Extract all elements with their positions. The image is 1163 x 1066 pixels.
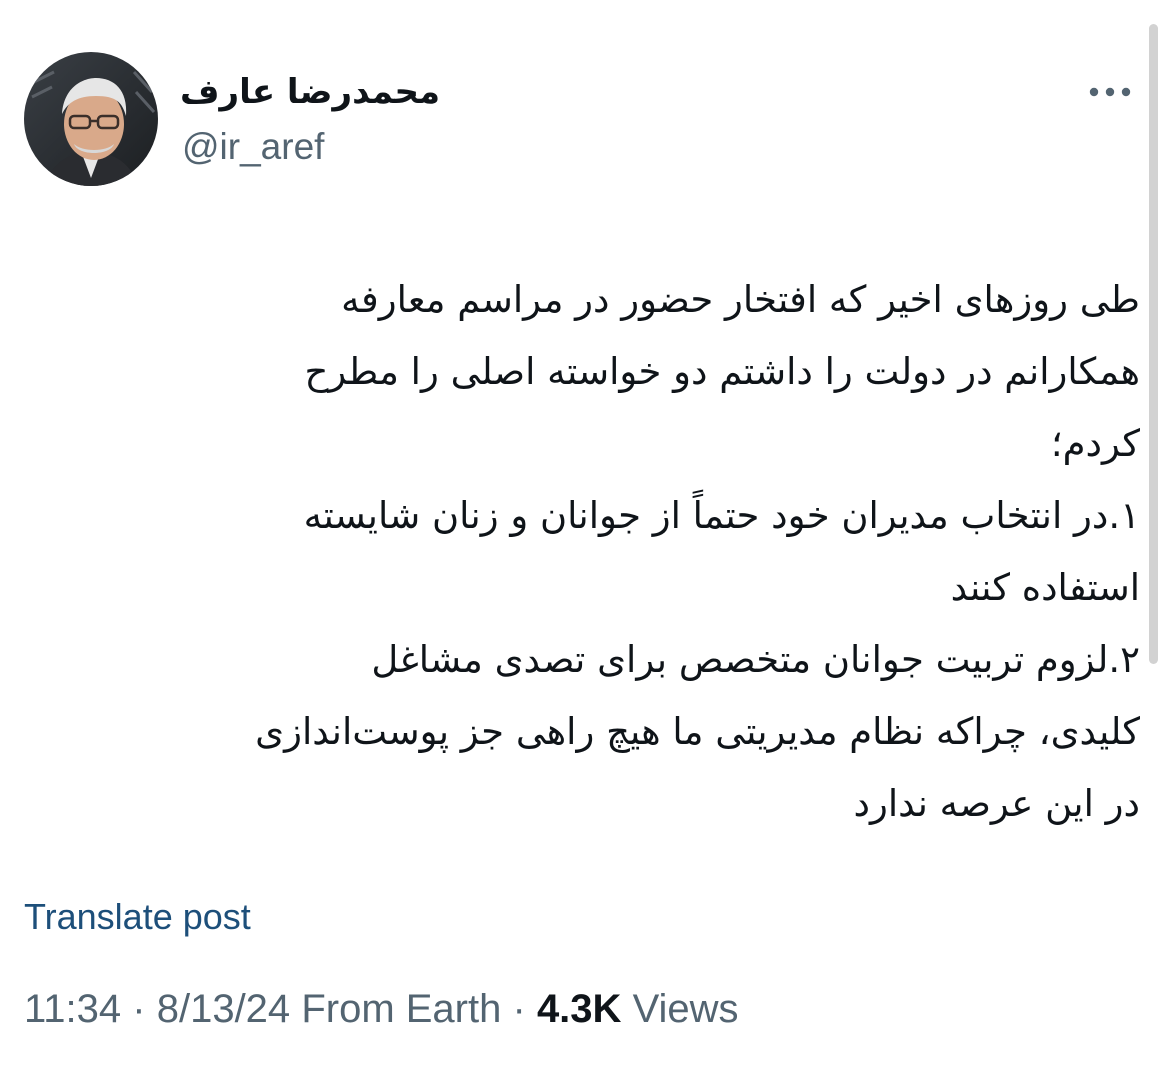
tweet-text-line: کلیدی، چراکه نظام مدیریتی ما هیچ راهی جز… (255, 710, 1140, 753)
tweet-text-line: طی روزهای اخیر که افتخار حضور در مراسم م… (341, 278, 1140, 321)
tweet-source: From Earth (301, 987, 502, 1031)
tweet-text-line: کردم؛ (1050, 422, 1140, 465)
avatar-image (24, 52, 158, 186)
views-count[interactable]: 4.3K (537, 987, 622, 1031)
tweet-text: طی روزهای اخیر که افتخار حضور در مراسم م… (20, 264, 1140, 840)
tweet-metadata: 11:34 · 8/13/24 From Earth · 4.3K Views (24, 984, 739, 1034)
tweet-time[interactable]: 11:34 (24, 987, 121, 1031)
author-display-name[interactable]: محمدرضا عارف (180, 66, 440, 118)
tweet-text-line: ۱.در انتخاب مدیران خود حتماً از جوانان و… (303, 494, 1140, 537)
translate-post-link[interactable]: Translate post (24, 894, 251, 940)
avatar[interactable] (24, 52, 158, 186)
tweet-text-line: در این عرصه ندارد (853, 782, 1140, 825)
more-horizontal-icon (1089, 87, 1131, 97)
meta-separator: · (132, 987, 146, 1031)
meta-separator: · (512, 987, 526, 1031)
tweet-text-line: همکارانم در دولت را داشتم دو خواسته اصلی… (304, 350, 1140, 393)
author-handle[interactable]: @ir_aref (182, 124, 324, 170)
tweet-date[interactable]: 8/13/24 (157, 987, 290, 1031)
tweet-text-line: استفاده کنند (950, 566, 1140, 609)
more-options-button[interactable] (1080, 72, 1140, 112)
views-label[interactable]: Views (633, 987, 739, 1031)
tweet-text-line: ۲.لزوم تربیت جوانان متخصص برای تصدی مشاغ… (371, 638, 1140, 681)
scrollbar[interactable] (1149, 24, 1158, 664)
